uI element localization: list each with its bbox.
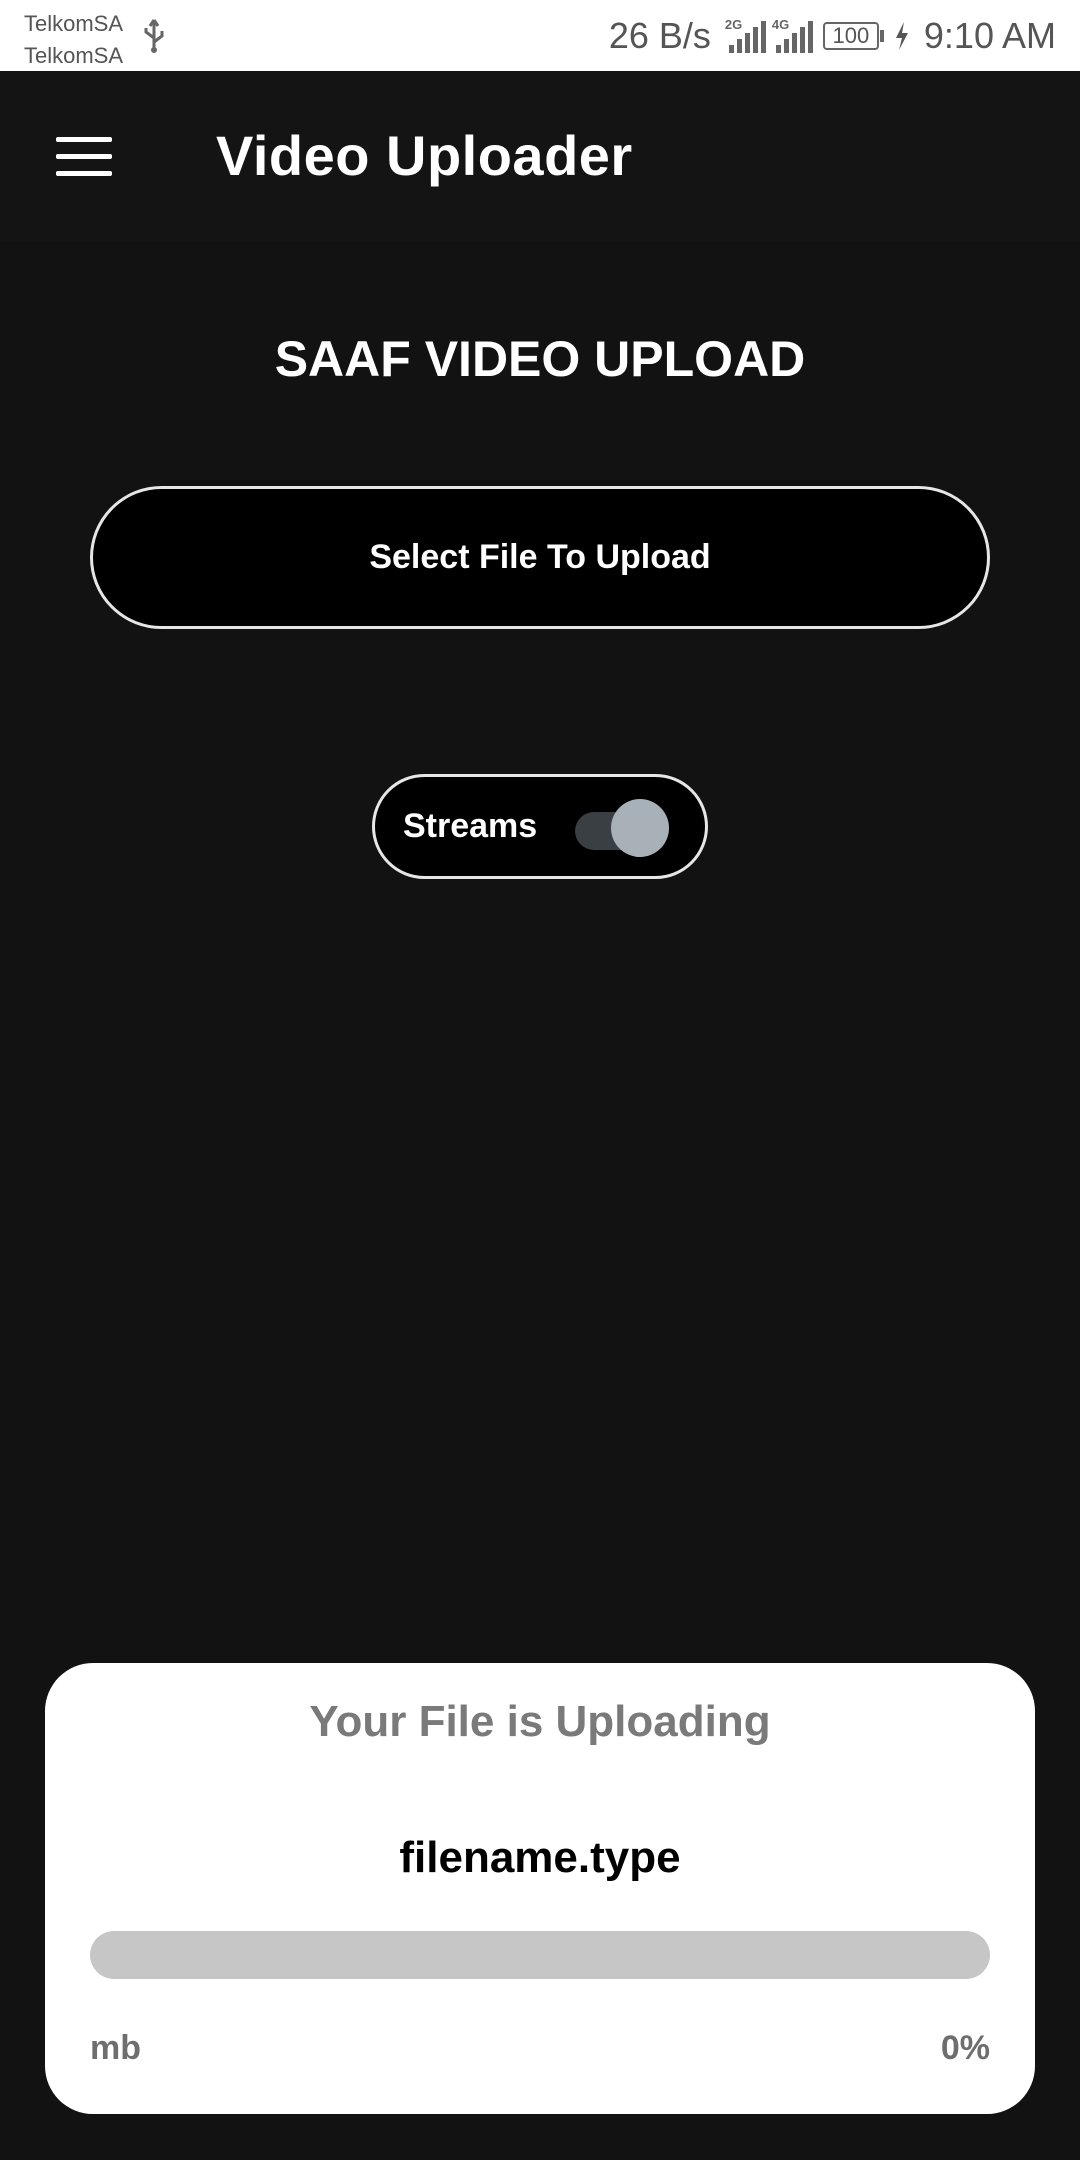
signal-type-label: 4G xyxy=(771,16,790,32)
streams-toggle[interactable]: Streams xyxy=(372,774,708,879)
app-title: Video Uploader xyxy=(216,124,633,187)
signal-icon: 2G xyxy=(725,17,766,53)
select-file-button[interactable]: Select File To Upload xyxy=(90,486,990,629)
usb-icon xyxy=(144,19,164,53)
select-file-button-label: Select File To Upload xyxy=(369,538,711,576)
network-speed: 26 B/s xyxy=(608,14,711,56)
upload-progress-bar xyxy=(90,1931,990,1979)
carrier-name: TelkomSA xyxy=(24,43,124,68)
page-heading: SAAF VIDEO UPLOAD xyxy=(274,331,806,387)
carrier-name: TelkomSA xyxy=(24,11,124,36)
signal-icon: 4G xyxy=(772,17,813,53)
clock: 9:10 AM xyxy=(923,14,1056,56)
status-indicators: 26 B/s 2G 4G 100 9:10 AM xyxy=(609,0,1056,71)
status-bar: TelkomSA TelkomSA 26 B/s 2G 4G 100 9:10 … xyxy=(0,0,1080,71)
charging-icon xyxy=(895,21,908,50)
upload-status-title: Your File is Uploading xyxy=(309,1697,771,1746)
battery-icon: 100 xyxy=(822,21,884,50)
carrier-info: TelkomSA TelkomSA xyxy=(24,8,123,72)
streams-switch[interactable] xyxy=(575,799,669,857)
upload-percent: 0% xyxy=(940,2029,990,2067)
switch-thumb xyxy=(611,799,669,857)
signal-type-label: 2G xyxy=(724,16,743,32)
upload-size: mb xyxy=(90,2029,141,2067)
streams-label: Streams xyxy=(403,807,538,845)
app-bar: Video Uploader xyxy=(0,71,1080,241)
battery-level: 100 xyxy=(822,21,879,50)
hamburger-menu-icon[interactable] xyxy=(56,137,112,177)
upload-progress-card: Your File is Uploading filename.type mb … xyxy=(45,1663,1035,2114)
file-name: filename.type xyxy=(399,1833,681,1882)
